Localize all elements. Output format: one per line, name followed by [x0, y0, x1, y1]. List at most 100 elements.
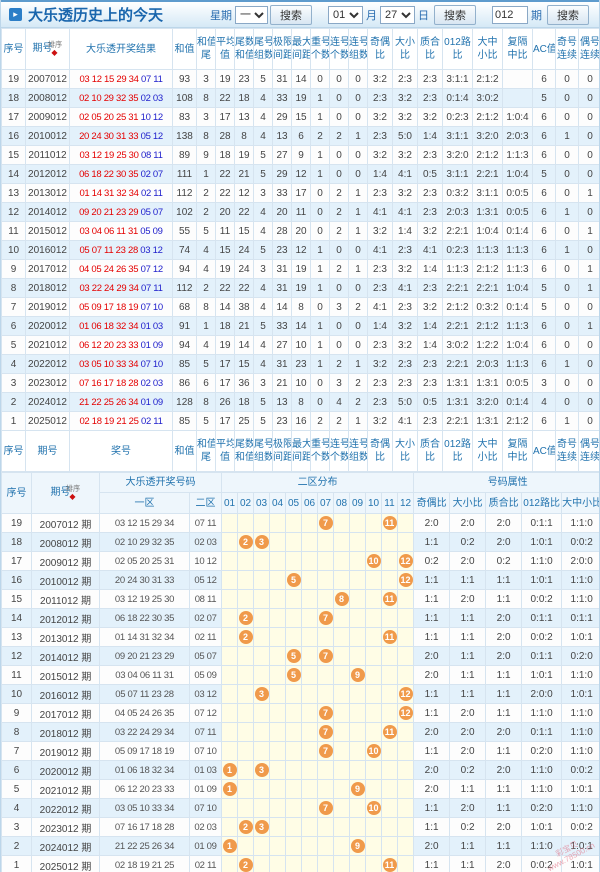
attr-cell: 0:2:0: [521, 741, 563, 761]
zone-row: 1 2025012 期 02 18 19 21 25 02 11 2 11 1:1 1:1 2:…: [1, 855, 599, 872]
column-header-issue: 期号 排序 ◆: [25, 28, 70, 70]
attr-cell: 0:0:2: [561, 760, 599, 780]
history-stats-table: 序号 期号 排序 ◆ 大乐透开奖结果 和值 和值尾平均值尾数 和值 尾号 组数 极限 间距 最大 间距 重号…: [1, 28, 599, 472]
zone-cell: [381, 665, 398, 685]
zone-cell: [253, 570, 270, 590]
front-numbers-cell: 01 14 31 32 34: [99, 627, 190, 647]
stat-cell: 5: [253, 69, 273, 89]
attr-cell: 2:0: [413, 722, 451, 742]
zone-ball: 11: [382, 858, 397, 872]
stat-cell: 0: [310, 69, 330, 89]
back-numbers-cell: 07 10: [189, 798, 222, 818]
stat-cell: 27: [272, 335, 292, 355]
attr-cell: 2:0: [485, 646, 523, 666]
stat-cell: 2:3: [367, 183, 393, 203]
stat-cell: 2:3: [417, 183, 443, 203]
draw-numbers-cell: 03 22 24 29 34 07 11: [69, 278, 173, 298]
seq-cell: 15: [1, 145, 26, 165]
stat-cell: 1: [310, 164, 330, 184]
stat-cell: 0: [348, 145, 368, 165]
week-search-button[interactable]: 搜索: [270, 4, 312, 25]
zone-cell: [237, 646, 254, 666]
seq-cell: 12: [1, 646, 32, 666]
front-numbers-cell: 03 22 24 29 34: [99, 722, 190, 742]
zone-cell: [237, 779, 254, 799]
stat-cell: 15: [291, 107, 311, 127]
column-header-zone-num: 09: [349, 492, 366, 514]
attr-cell: 1:1: [449, 779, 487, 799]
sort-control[interactable]: 排序 ◆: [47, 41, 63, 57]
zone-cell: 2: [237, 855, 254, 872]
seq-cell: 15: [1, 589, 32, 609]
stat-cell: 2:1:2: [502, 411, 533, 431]
stat-cell: 33: [272, 88, 292, 108]
zone-cell: [333, 627, 350, 647]
stat-cell: 2: [196, 202, 216, 222]
result-row: 17 2009012 02 05 20 25 31 10 12 83 3 17 13 4 29 1…: [1, 107, 599, 127]
stat-cell: 1:4: [417, 259, 443, 279]
stat-cell: 1: [196, 164, 216, 184]
zone-cell: [253, 589, 270, 609]
attr-cell: 2:0: [449, 589, 487, 609]
stat-cell: 0:1:4: [502, 297, 533, 317]
issue-search-button[interactable]: 搜索: [547, 4, 589, 25]
zone-ball: 7: [318, 725, 333, 739]
column-header-issue: 期号 排序 ◆: [31, 472, 100, 514]
stat-cell: 11: [291, 202, 311, 222]
front-numbers: 03 05 10 33 34: [79, 358, 139, 370]
seq-cell: 8: [1, 722, 32, 742]
zone-cell: 1: [221, 779, 238, 799]
column-header-zone-num: 06: [301, 492, 318, 514]
issue-cell: 2013012 期: [31, 627, 100, 647]
zone-cell: [237, 570, 254, 590]
zone-cell: [333, 779, 350, 799]
zone-cell: [301, 703, 318, 723]
issue-input[interactable]: [492, 5, 528, 24]
seq-cell: 4: [1, 354, 26, 374]
zone-cell: [333, 646, 350, 666]
attr-cell: 1:1: [413, 741, 451, 761]
zone-cell: [221, 703, 238, 723]
sort-control[interactable]: 排序 ◆: [65, 485, 81, 501]
day-select[interactable]: 27: [380, 5, 415, 24]
back-numbers-cell: 10 12: [189, 551, 222, 571]
stat-cell: 0:0:5: [502, 183, 533, 203]
stat-cell: 1:1:3: [472, 240, 503, 260]
front-numbers-cell: 20 24 30 31 33: [99, 570, 190, 590]
week-select[interactable]: 一: [235, 5, 268, 24]
stat-cell: 138: [172, 126, 197, 146]
stat-cell: 5: [253, 240, 273, 260]
result-row: 11 2015012 03 04 06 11 31 05 09 55 5 11 15 4 28 2…: [1, 221, 599, 241]
attr-cell: 1:1: [413, 817, 451, 837]
title-bullet-icon: ▸: [9, 8, 22, 21]
zone-cell: [301, 817, 318, 837]
stat-cell: 1: [310, 316, 330, 336]
zone-cell: [396, 817, 415, 837]
stat-cell: 1:3:1: [472, 411, 503, 431]
stat-cell: 2: [329, 202, 349, 222]
front-numbers: 09 20 21 23 29: [79, 206, 139, 218]
zone-cell: 2: [237, 532, 254, 552]
stat-cell: 3:2:0: [472, 392, 503, 412]
zone-cell: 5: [285, 570, 302, 590]
zone-cell: [365, 589, 382, 609]
stat-cell: 2:3: [367, 373, 393, 393]
stat-cell: 5: [253, 316, 273, 336]
zone-ball: 10: [366, 744, 381, 758]
stat-cell: 5:0: [392, 126, 418, 146]
stat-cell: 0: [555, 145, 579, 165]
column-header: 和值: [172, 430, 197, 472]
stat-cell: 6: [532, 183, 556, 203]
month-select[interactable]: 01: [328, 5, 363, 24]
result-row: 16 2010012 20 24 30 31 33 05 12 138 8 28 8 4 13 6…: [1, 126, 599, 146]
zone-cell: [317, 855, 334, 872]
stat-cell: 22: [234, 278, 254, 298]
zone-cell: [365, 532, 382, 552]
stat-cell: 2:2:1: [442, 221, 473, 241]
zone-cell: [349, 532, 366, 552]
date-search-button[interactable]: 搜索: [434, 4, 476, 25]
back-numbers-cell: 07 12: [189, 703, 222, 723]
attr-cell: 1:1: [485, 779, 523, 799]
zone-cell: [365, 817, 382, 837]
issue-cell: 2015012 期: [31, 665, 100, 685]
